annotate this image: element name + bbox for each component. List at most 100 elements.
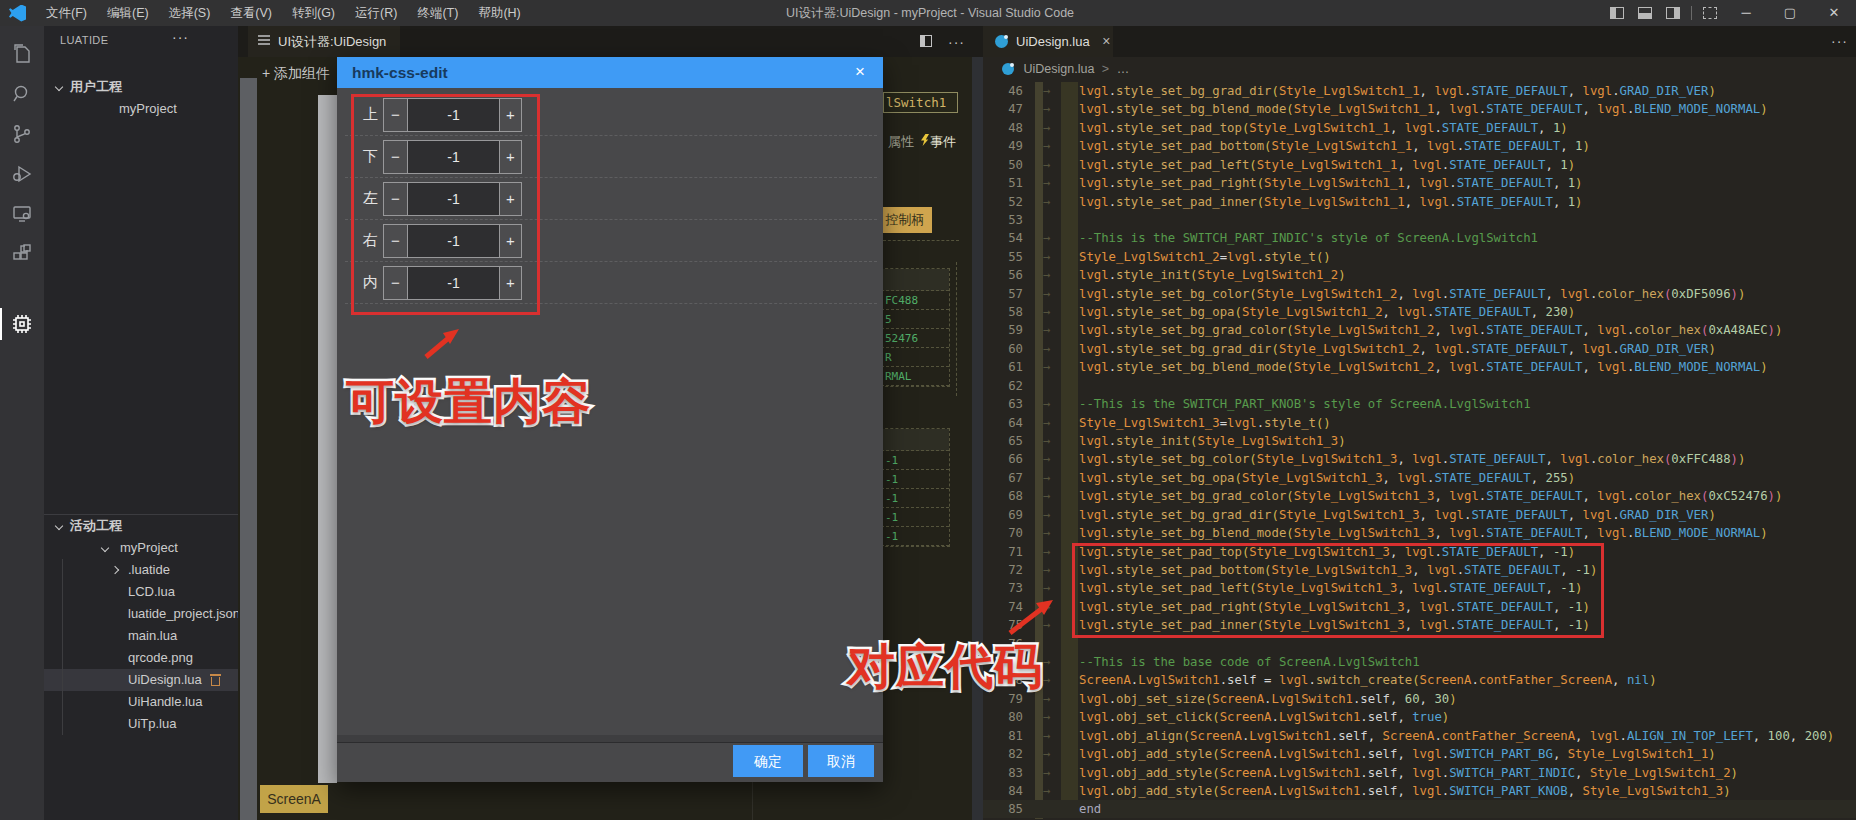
annotation-text-1: 可设置内容 (346, 370, 591, 434)
annotation-text-2: 对应代码 (847, 635, 1043, 699)
menu-运行(R)[interactable]: 运行(R) (345, 0, 407, 26)
style-table: FC488552476RRMAL (880, 268, 950, 387)
editor-actions: ··· (920, 26, 965, 57)
style-value: FC488 (881, 291, 949, 310)
menu-编辑(E)[interactable]: 编辑(E) (97, 0, 159, 26)
menu-终端(T)[interactable]: 终端(T) (407, 0, 468, 26)
code-editor-group: UiDesign.lua × ··· UiDesign.lua > … 46→l… (983, 26, 1856, 820)
menu-选择(S)[interactable]: 选择(S) (159, 0, 221, 26)
right-tab-bar: UiDesign.lua × ··· (983, 26, 1856, 57)
tab-label: UiDesign.lua (1016, 34, 1090, 49)
customize-layout-icon[interactable] (1703, 7, 1717, 19)
more-actions-icon[interactable]: ··· (948, 34, 965, 50)
toggle-sidebar-icon[interactable] (1610, 7, 1624, 19)
activity-bar (0, 26, 44, 820)
close-window-button[interactable]: ✕ (1812, 0, 1856, 26)
tab-events[interactable]: 事件 (930, 133, 956, 151)
tab-properties[interactable]: 属性 (888, 133, 914, 151)
menu-帮助(H)[interactable]: 帮助(H) (468, 0, 530, 26)
pad-value: -1 (881, 527, 949, 546)
dialog-title-bar[interactable]: hmk-css-edit × (337, 57, 883, 88)
tree-item-main.lua[interactable]: main.lua (44, 625, 238, 647)
breadcrumb-item[interactable]: UiDesign.lua (1023, 62, 1094, 76)
more-actions-icon[interactable]: ··· (1831, 33, 1848, 49)
title-bar: 文件(F)编辑(E)选择(S)查看(V)转到(G)运行(R)终端(T)帮助(H)… (0, 0, 1856, 26)
extensions-icon[interactable] (10, 242, 34, 266)
maximize-button[interactable]: ▢ (1768, 0, 1812, 26)
tab-uidesign-lua[interactable]: UiDesign.lua × (983, 26, 1113, 57)
ok-button[interactable]: 确定 (733, 745, 803, 777)
divider (1691, 6, 1692, 20)
toggle-secondary-sidebar-icon[interactable] (1666, 7, 1680, 19)
code-line-80: 80→lvgl.obj_set_click(ScreenA.LvglSwitch… (983, 708, 1856, 726)
pad-table: -1-1-1-1-1 (880, 428, 950, 547)
breadcrumb-item[interactable]: … (1117, 62, 1130, 76)
tree-item-qrcode.png[interactable]: qrcode.png (44, 647, 238, 669)
tree-item-myProject[interactable]: myProject (44, 537, 238, 559)
source-control-icon[interactable] (10, 122, 34, 146)
tree-item-.luatide[interactable]: .luatide (44, 559, 238, 581)
style-value: 52476 (881, 329, 949, 348)
code-line-56: 56→lvgl.style_init(Style_LvglSwitch1_2) (983, 266, 1856, 284)
tree-item-luatide_project.json[interactable]: luatide_project.json (44, 603, 238, 625)
menu-文件(F)[interactable]: 文件(F) (36, 0, 97, 26)
vscode-logo-icon (9, 5, 26, 22)
divider (752, 782, 753, 820)
style-value: R (881, 348, 949, 367)
menu-查看(V)[interactable]: 查看(V) (220, 0, 282, 26)
code-line-65: 65→lvgl.style_init(Style_LvglSwitch1_3) (983, 432, 1856, 450)
dialog-close-icon[interactable]: × (855, 57, 865, 87)
active-indicator (0, 308, 2, 340)
breadcrumb-separator: > (1102, 62, 1109, 76)
tree-item-UiDesign.lua[interactable]: UiDesign.lua (44, 669, 238, 691)
split-editor-icon[interactable] (920, 35, 932, 47)
tree-item-LCD.lua[interactable]: LCD.lua (44, 581, 238, 603)
run-debug-icon[interactable] (10, 162, 34, 186)
cancel-button[interactable]: 取消 (808, 745, 874, 777)
toggle-panel-icon[interactable] (1638, 7, 1652, 19)
menu-转到(G)[interactable]: 转到(G) (282, 0, 345, 26)
code-line-61: 61→lvgl.style_set_bg_blend_mode(Style_Lv… (983, 358, 1856, 376)
section-活动工程[interactable]: 活动工程 (44, 515, 238, 537)
code-line-58: 58→lvgl.style_set_bg_opa(Style_LvglSwitc… (983, 303, 1856, 321)
breadcrumb[interactable]: UiDesign.lua > … (983, 57, 1856, 82)
control-handle-button[interactable]: 控制柄 (878, 207, 932, 233)
sidebar-luatide: LUATIDE ··· 用户工程myProject活动工程myProject.l… (44, 26, 238, 820)
designer-scrollbar[interactable] (972, 57, 983, 820)
code-editor[interactable]: 46→lvgl.style_set_bg_grad_dir(Style_Lvgl… (983, 82, 1856, 820)
tree-item-myProject[interactable]: myProject (44, 98, 238, 120)
code-line-49: 49→lvgl.style_set_pad_bottom(Style_LvglS… (983, 137, 1856, 155)
code-line-77: 77→--This is the base code of ScreenA.Lv… (983, 653, 1856, 671)
code-line-78: 78→ScreenA.LvglSwitch1.self = lvgl.switc… (983, 671, 1856, 689)
tree-item-UiTp.lua[interactable]: UiTp.lua (44, 713, 238, 735)
search-icon[interactable] (10, 82, 34, 106)
webview-icon (258, 35, 270, 37)
sidebar-more-icon[interactable]: ··· (172, 29, 189, 45)
minimize-button[interactable]: ─ (1724, 0, 1768, 26)
remote-explorer-icon[interactable] (10, 202, 34, 226)
code-line-60: 60→lvgl.style_set_bg_grad_dir(Style_Lvgl… (983, 340, 1856, 358)
pad-value: -1 (881, 470, 949, 489)
code-line-83: 83→lvgl.obj_add_style(ScreenA.LvglSwitch… (983, 764, 1856, 782)
luatide-chip-icon[interactable] (10, 312, 34, 336)
tab-ui-designer[interactable]: UI设计器:UiDesign × (248, 26, 400, 57)
code-line-47: 47→lvgl.style_set_bg_blend_mode(Style_Lv… (983, 100, 1856, 118)
annotation-arrow-1 (415, 320, 475, 370)
close-tab-icon[interactable]: × (1102, 33, 1110, 49)
divider (883, 240, 959, 241)
pad-value: -1 (881, 451, 949, 470)
code-line-46: 46→lvgl.style_set_bg_grad_dir(Style_Lvgl… (983, 82, 1856, 100)
add-component-button[interactable]: + 添加组件 (262, 65, 330, 83)
delete-file-icon[interactable] (210, 674, 221, 686)
object-name-input[interactable]: lSwitch1 (883, 92, 958, 113)
explorer-icon[interactable] (10, 42, 34, 66)
code-line-54: 54→--This is the SWITCH_PART_INDIC's sty… (983, 229, 1856, 247)
pad-value: -1 (881, 489, 949, 508)
dialog-title: hmk-css-edit (352, 57, 448, 88)
tree-item-UiHandle.lua[interactable]: UiHandle.lua (44, 691, 238, 713)
sidebar-title: LUATIDE (60, 34, 108, 46)
screen-tab-button[interactable]: ScreenA (260, 785, 328, 813)
section-用户工程[interactable]: 用户工程 (44, 76, 238, 98)
pad-value: -1 (881, 508, 949, 527)
style-value: RMAL (881, 367, 949, 386)
